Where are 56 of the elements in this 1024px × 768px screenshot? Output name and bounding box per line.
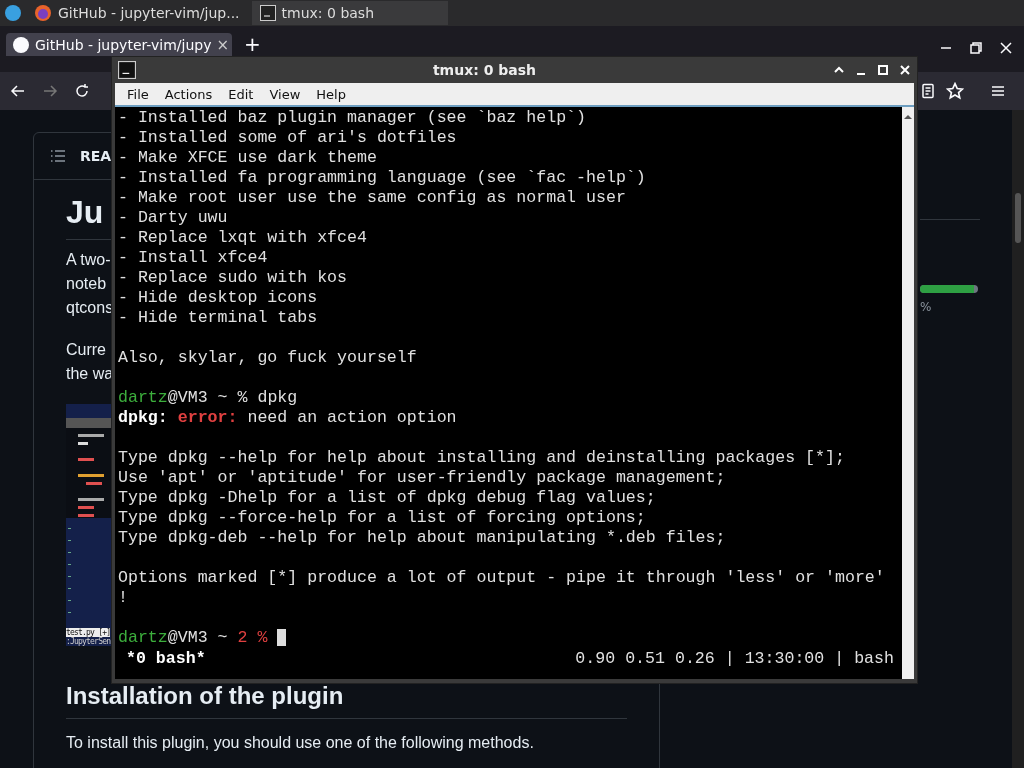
- terminal-line: - Hide terminal tabs: [118, 308, 318, 328]
- star-icon[interactable]: [946, 82, 964, 100]
- terminal-line: Use 'apt' or 'aptitude' for user-friendly package management;: [118, 468, 726, 488]
- terminal-line: Type dpkg --force-help for a list of forcing options;: [118, 508, 646, 528]
- terminal-icon: [259, 5, 276, 21]
- terminal-line: Type dpkg -Dhelp for a list of dpkg debug flag values;: [118, 488, 656, 508]
- window-title: tmux: 0 bash: [431, 62, 538, 78]
- close-tab-button[interactable]: ×: [216, 35, 230, 54]
- terminal-line: Type dpkg-deb --help for help about manipulating *.deb files;: [118, 528, 726, 548]
- terminal-line: - Installed some of ari's dotfiles: [118, 128, 457, 148]
- terminal-line: Also, skylar, go fuck yourself: [118, 348, 417, 368]
- terminal-line: - Darty uwu: [118, 208, 228, 228]
- terminal-line: Type dpkg --help for help about installing and deinstalling packages [*];: [118, 448, 845, 468]
- terminal-line: dartz@VM3 ~ % dpkg: [118, 388, 298, 408]
- tmux-window-label: *0 bash*: [125, 649, 206, 669]
- language-percent: %: [920, 300, 932, 314]
- terminal-line: - Replace sudo with kos: [118, 268, 348, 288]
- scroll-up-icon[interactable]: [902, 112, 914, 122]
- app-menu-icon[interactable]: [4, 4, 22, 22]
- close-icon[interactable]: [998, 40, 1014, 56]
- menu-icon[interactable]: [990, 83, 1006, 99]
- prompt-line: dartz@VM3 ~ 2 %: [118, 628, 287, 648]
- scrollbar-thumb[interactable]: [1015, 193, 1021, 243]
- terminal-line: !: [118, 588, 128, 608]
- menu-item[interactable]: Help: [308, 86, 354, 102]
- terminal-icon: [118, 61, 136, 79]
- taskbar-task[interactable]: GitHub - jupyter-vim/jup...: [26, 1, 248, 25]
- browser-logo-icon: [34, 4, 52, 22]
- forward-arrow-icon[interactable]: [42, 83, 58, 99]
- list-icon[interactable]: [50, 148, 66, 164]
- terminal-line: - Install xfce4: [118, 248, 268, 268]
- editor-command-line: :JupyterSen: [66, 637, 111, 646]
- tmux-status-text: 0.90 0.51 0.26 | 13:30:00 | bash: [575, 649, 894, 669]
- terminal-scrollbar[interactable]: [902, 107, 914, 679]
- terminal-line: Options marked [*] produce a lot of output - pipe it through 'less' or 'more': [118, 568, 885, 588]
- back-arrow-icon[interactable]: [10, 83, 26, 99]
- menu-item[interactable]: Edit: [220, 86, 262, 102]
- maximize-icon[interactable]: [877, 64, 889, 76]
- terminal-line: - Make XFCE use dark theme: [118, 148, 377, 168]
- reader-view-icon[interactable]: [920, 83, 936, 99]
- readme-paragraph: To install this plugin, you should use one of the following methods.: [66, 733, 534, 753]
- browser-tab[interactable]: GitHub - jupyter-vim/jupy ×: [6, 33, 232, 56]
- terminal-line: - Hide desktop icons: [118, 288, 318, 308]
- menu-item[interactable]: View: [261, 86, 309, 102]
- terminal-line: dpkg: error: need an action option: [118, 408, 457, 428]
- close-icon[interactable]: [899, 64, 911, 76]
- new-tab-button[interactable]: +: [244, 32, 261, 56]
- terminal-line: - Installed fa programming language (see `fac -help`): [118, 168, 646, 188]
- restore-icon[interactable]: [968, 40, 984, 56]
- readme-label[interactable]: REA: [80, 148, 112, 164]
- readme-paragraph: A two- noteb qtcons: [66, 250, 114, 318]
- terminal-line: - Installed baz plugin manager (see `baz help`): [118, 108, 587, 128]
- menu-item[interactable]: Actions: [156, 86, 221, 102]
- menu-item[interactable]: File: [119, 86, 157, 102]
- taskbar-task[interactable]: tmux: 0 bash: [251, 1, 448, 25]
- reload-icon[interactable]: [74, 83, 90, 99]
